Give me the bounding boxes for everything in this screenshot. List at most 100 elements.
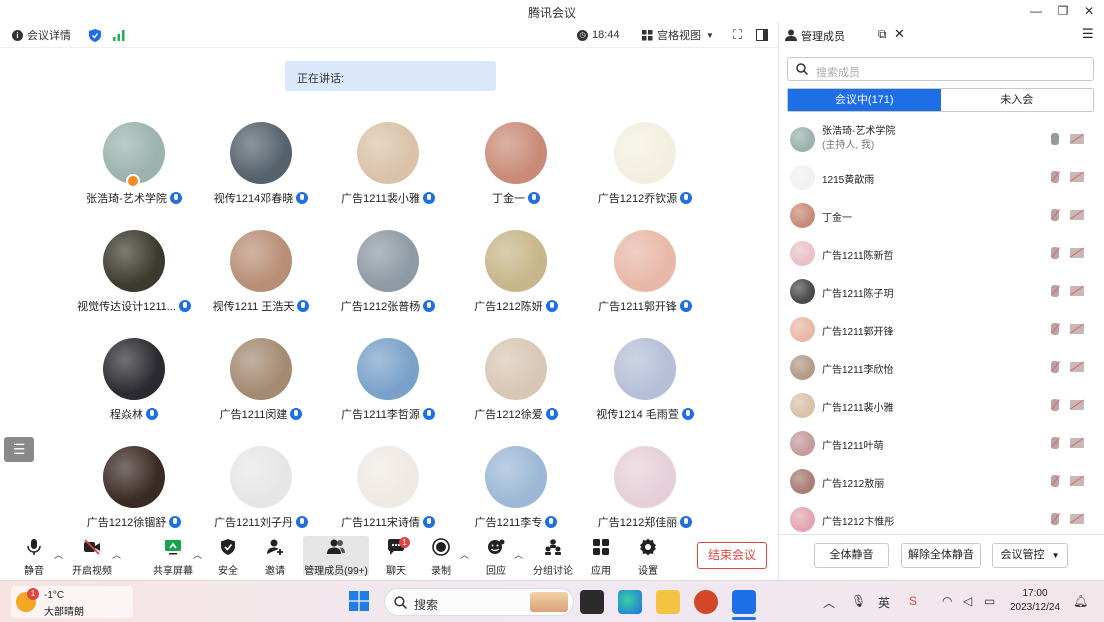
tray-app-icon[interactable]: S: [909, 594, 917, 608]
participant-tile[interactable]: 广告1211闵建: [191, 338, 331, 438]
microphone-off-icon[interactable]: [1051, 361, 1059, 373]
camera-off-icon[interactable]: [1070, 362, 1084, 372]
participant-tile[interactable]: 视传1214邓春晓: [191, 122, 331, 222]
tab-in-meeting[interactable]: 会议中(171): [788, 89, 941, 111]
microphone-icon: [27, 539, 41, 555]
tray-ime-icon[interactable]: 英: [878, 594, 890, 611]
microphone-off-icon[interactable]: [1051, 323, 1059, 335]
member-row[interactable]: 广告1211陈子玥: [779, 274, 1104, 310]
tray-expand-icon[interactable]: ︿: [823, 594, 835, 611]
participant-tile[interactable]: 丁金一: [446, 122, 586, 222]
camera-off-icon[interactable]: [1070, 400, 1084, 410]
member-row[interactable]: 广告1211李欣怡: [779, 350, 1104, 386]
list-toggle-button[interactable]: ☰: [4, 437, 34, 462]
microphone-icon[interactable]: [1051, 133, 1059, 145]
view-switch-button[interactable]: 宫格视图 ▼: [642, 27, 714, 43]
member-row[interactable]: 1215黄歆雨: [779, 160, 1104, 196]
mic-status-icon: [679, 300, 692, 312]
tab-not-joined[interactable]: 未入会: [941, 89, 1094, 111]
sidebar-layout-button[interactable]: [756, 27, 768, 43]
member-row[interactable]: 广告1211叶萌: [779, 426, 1104, 462]
participant-tile[interactable]: 广告1211宋诗倩: [318, 446, 458, 546]
member-row[interactable]: 丁金一: [779, 198, 1104, 234]
settings-button[interactable]: 设置: [618, 536, 678, 577]
notification-bell-icon[interactable]: 🔔︎: [1073, 594, 1088, 608]
participant-tile[interactable]: 广告1212徐爱: [446, 338, 586, 438]
microphone-off-icon[interactable]: [1051, 399, 1059, 411]
participant-tile[interactable]: 广告1212徐锢舒: [64, 446, 204, 546]
participant-tile[interactable]: 视传1211 王浩天: [191, 230, 331, 330]
close-panel-icon[interactable]: ✕: [894, 26, 905, 42]
fullscreen-button[interactable]: ⛶: [733, 27, 742, 43]
taskbar-search[interactable]: 搜索: [384, 588, 574, 616]
member-search-input[interactable]: 搜索成员: [787, 57, 1094, 81]
microphone-off-icon[interactable]: [1051, 209, 1059, 221]
microphone-off-icon[interactable]: [1051, 171, 1059, 183]
microphone-off-icon[interactable]: [1051, 247, 1059, 259]
participant-tile[interactable]: 广告1211刘子丹: [191, 446, 331, 546]
camera-off-icon[interactable]: [1070, 438, 1084, 448]
task-view-icon[interactable]: [580, 590, 604, 614]
participant-tile[interactable]: 广告1212张普杨: [318, 230, 458, 330]
invite-button[interactable]: 邀请: [245, 536, 305, 577]
participant-tile[interactable]: 视觉传达设计1211...: [64, 230, 204, 330]
video-options-caret[interactable]: ︿: [112, 548, 121, 561]
participant-tile[interactable]: 张浩琦-艺术学院: [64, 122, 204, 222]
restore-button[interactable]: ❐: [1050, 2, 1076, 20]
member-row[interactable]: 广告1212敖丽: [779, 464, 1104, 500]
taskbar-clock[interactable]: 17:00 2023/12/24: [1004, 587, 1066, 615]
member-row[interactable]: 广告1211陈新哲: [779, 236, 1104, 272]
participant-tile[interactable]: 广告1212郑佳丽: [575, 446, 715, 546]
weather-widget[interactable]: 1 -1°C 大部晴朗: [11, 586, 133, 618]
camera-off-icon[interactable]: [1070, 248, 1084, 258]
minimize-button[interactable]: —: [1023, 2, 1049, 20]
avatar: [357, 338, 419, 400]
member-row[interactable]: 广告1211郭开锋: [779, 312, 1104, 348]
close-button[interactable]: ✕: [1076, 2, 1102, 20]
powerpoint-icon[interactable]: [694, 590, 718, 614]
microphone-off-icon[interactable]: [1051, 475, 1059, 487]
microphone-off-icon[interactable]: [1051, 285, 1059, 297]
network-status[interactable]: [113, 27, 125, 43]
camera-off-icon[interactable]: [1070, 286, 1084, 296]
camera-off-icon[interactable]: [1070, 514, 1084, 524]
start-button[interactable]: [349, 591, 369, 614]
member-row[interactable]: 广告1212卞惟彤: [779, 502, 1104, 538]
tray-microphone-icon[interactable]: 🎙: [851, 594, 866, 608]
member-row[interactable]: 张浩琦-艺术学院 (主持人, 我): [779, 122, 1104, 158]
meeting-details-button[interactable]: i 会议详情: [12, 27, 71, 43]
volume-icon[interactable]: ◁: [963, 594, 972, 608]
end-meeting-button[interactable]: 结束会议: [697, 542, 767, 569]
security-status[interactable]: [89, 27, 101, 43]
popout-icon[interactable]: ⧉: [878, 27, 887, 42]
participant-tile[interactable]: 程焱林: [64, 338, 204, 438]
participant-tile[interactable]: 广告1211李专: [446, 446, 586, 546]
camera-off-icon[interactable]: [1070, 324, 1084, 334]
wifi-icon[interactable]: ◠: [942, 594, 952, 608]
battery-icon[interactable]: ▭: [984, 594, 995, 608]
microphone-off-icon[interactable]: [1051, 437, 1059, 449]
camera-off-icon[interactable]: [1070, 134, 1084, 144]
mute-all-button[interactable]: 全体静音: [814, 543, 889, 568]
tencent-meeting-icon[interactable]: [732, 590, 756, 614]
manage-members-button[interactable]: 管理成员(99+): [303, 536, 369, 577]
edge-icon[interactable]: [618, 590, 642, 614]
participant-tile[interactable]: 广告1212乔钦源: [575, 122, 715, 222]
meeting-control-button[interactable]: 会议管控 ▼: [992, 543, 1068, 568]
file-explorer-icon[interactable]: [656, 590, 680, 614]
clock-icon: ◷: [577, 29, 588, 41]
participant-name: 广告1211裴小雅: [341, 193, 420, 205]
participant-tile[interactable]: 广告1211裴小雅: [318, 122, 458, 222]
menu-icon[interactable]: ☰: [1082, 26, 1094, 42]
participant-tile[interactable]: 广告1212陈妍: [446, 230, 586, 330]
camera-off-icon[interactable]: [1070, 210, 1084, 220]
member-row[interactable]: 广告1211裴小雅: [779, 388, 1104, 424]
camera-off-icon[interactable]: [1070, 476, 1084, 486]
reactions-options-caret[interactable]: ︿: [514, 548, 523, 561]
participant-tile[interactable]: 广告1211李哲源: [318, 338, 458, 438]
unmute-all-button[interactable]: 解除全体静音: [901, 543, 981, 568]
camera-off-icon[interactable]: [1070, 172, 1084, 182]
participant-tile[interactable]: 广告1211郭开锋: [575, 230, 715, 330]
microphone-off-icon[interactable]: [1051, 513, 1059, 525]
participant-tile[interactable]: 视传1214 毛雨萱: [575, 338, 715, 438]
